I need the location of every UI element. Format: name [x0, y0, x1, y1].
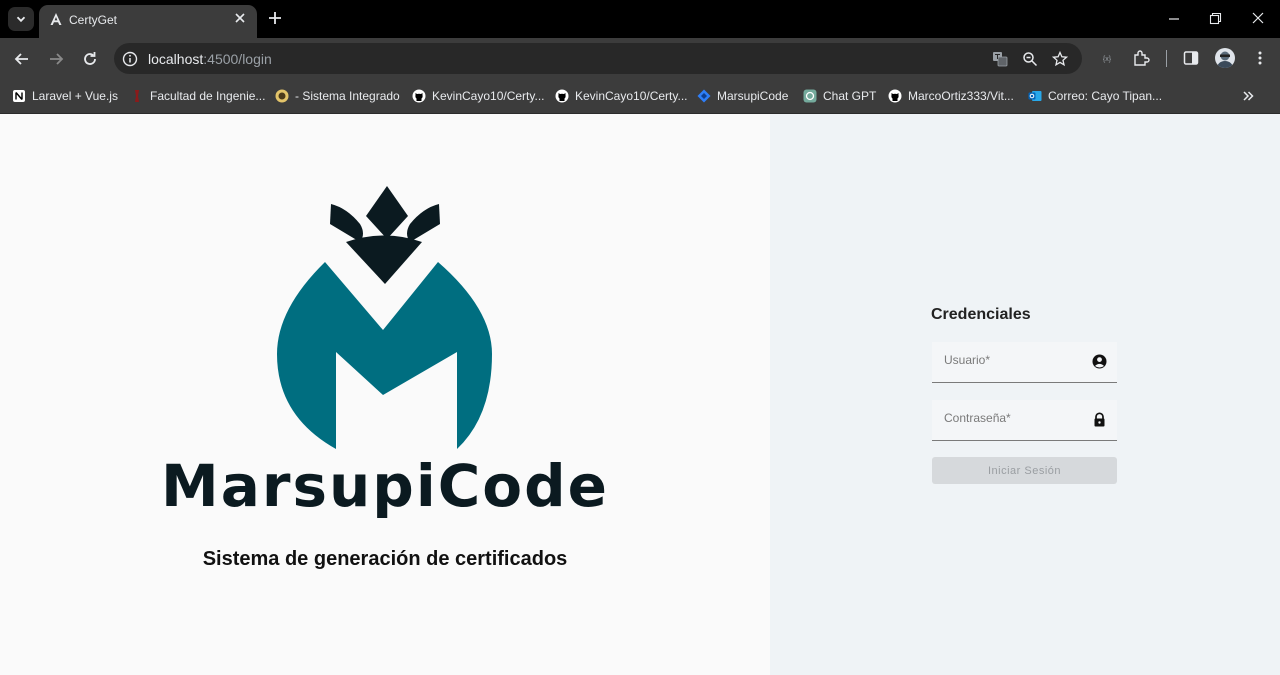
translate-icon[interactable] — [992, 51, 1008, 67]
profile-avatar[interactable] — [1215, 48, 1235, 68]
tab-title: CertyGet — [69, 13, 118, 27]
bookmark-chatgpt[interactable]: Chat GPT — [803, 87, 876, 105]
arrow-left-icon — [14, 53, 28, 65]
zoom-icon[interactable] — [1022, 51, 1038, 67]
bookmark-label: Laravel + Vue.js — [32, 89, 118, 103]
chatgpt-icon — [803, 89, 817, 103]
bookmark-label: MarsupiCode — [717, 89, 789, 103]
outlook-icon — [1028, 91, 1042, 101]
more-bookmarks-button[interactable] — [1241, 87, 1255, 105]
bookmark-label: Chat GPT — [823, 89, 877, 103]
back-button[interactable] — [12, 49, 32, 69]
more-menu-icon[interactable] — [1251, 49, 1269, 67]
side-panel-icon[interactable] — [1182, 49, 1200, 67]
address-bar[interactable]: localhost:4500/login — [114, 43, 1082, 74]
restore-icon — [1209, 12, 1222, 25]
bookmark-label: - Sistema Integrado — [295, 89, 400, 103]
bookmark-laravel-vue[interactable]: Laravel + Vue.js — [12, 87, 118, 105]
login-page: MarsupiCode Sistema de generación de cer… — [0, 114, 1280, 675]
bookmark-github-3[interactable]: MarcoOrtiz333/Vit... — [888, 87, 1014, 105]
bookmark-sistema-integrado[interactable]: - Sistema Integrado — [275, 87, 400, 105]
lock-icon — [1094, 412, 1105, 427]
diamond-icon — [697, 89, 711, 103]
login-button[interactable]: Iniciar Sesión — [932, 457, 1117, 484]
github-icon — [888, 89, 902, 103]
marsupicode-logo: MarsupiCode — [161, 186, 609, 520]
bookmarks-bar: Laravel + Vue.js Facultad de Ingenie... … — [0, 79, 1280, 114]
devtools-extension-icon[interactable]: {x} — [1098, 49, 1116, 67]
close-icon — [1252, 12, 1264, 24]
avatar-icon — [1217, 51, 1233, 68]
chevron-double-right-icon — [1243, 91, 1254, 101]
minimize-button[interactable] — [1164, 10, 1184, 28]
chevron-down-icon — [16, 16, 26, 23]
url-text[interactable]: localhost:4500/login — [148, 51, 272, 67]
bookmark-github-1[interactable]: KevinCayo10/Certy... — [412, 87, 545, 105]
password-field[interactable] — [932, 400, 1117, 441]
tab-search-button[interactable] — [8, 7, 34, 31]
forward-button[interactable] — [46, 49, 66, 69]
extensions-icon[interactable] — [1132, 49, 1150, 67]
bookmark-github-2[interactable]: KevinCayo10/Certy... — [555, 87, 688, 105]
url-host: localhost — [148, 51, 204, 67]
notion-icon — [13, 90, 25, 102]
arrow-right-icon — [50, 53, 64, 65]
password-input[interactable] — [944, 411, 1084, 425]
toolbar-divider — [1166, 50, 1167, 67]
close-tab-icon[interactable] — [233, 12, 247, 26]
bookmark-label: Facultad de Ingenie... — [150, 89, 266, 103]
bookmark-label: Correo: Cayo Tipan... — [1048, 89, 1163, 103]
bookmark-label: KevinCayo10/Certy... — [432, 89, 545, 103]
bookmark-label: KevinCayo10/Certy... — [575, 89, 688, 103]
bookmark-marsupicode[interactable]: MarsupiCode — [697, 87, 788, 105]
reload-icon — [84, 52, 96, 65]
bookmark-facultad[interactable]: Facultad de Ingenie... — [130, 87, 265, 105]
username-field[interactable] — [932, 342, 1117, 383]
tagline: Sistema de generación de certificados — [202, 548, 568, 570]
username-input[interactable] — [944, 353, 1084, 367]
info-icon[interactable] — [122, 51, 138, 67]
minimize-icon — [1169, 18, 1179, 20]
new-tab-button[interactable] — [266, 10, 284, 28]
plus-icon — [269, 12, 281, 24]
logo-text: MarsupiCode — [161, 452, 609, 520]
login-panel: Credenciales Iniciar Sesión — [770, 114, 1280, 675]
url-path: :4500/login — [203, 51, 272, 67]
form-title: Credenciales — [931, 306, 1031, 323]
university-icon — [135, 90, 139, 102]
svg-text:{x}: {x} — [1103, 56, 1112, 63]
browser-toolbar: localhost:4500/login {x} — [0, 38, 1280, 79]
github-icon — [555, 89, 569, 103]
github-icon — [412, 89, 426, 103]
m-emblem — [277, 262, 492, 449]
bookmark-outlook[interactable]: Correo: Cayo Tipan... — [1028, 87, 1162, 105]
browser-tab[interactable]: CertyGet — [39, 5, 257, 38]
reload-button[interactable] — [80, 49, 100, 69]
angular-icon — [50, 13, 62, 25]
tab-strip: CertyGet — [0, 0, 1280, 38]
bookmark-label: MarcoOrtiz333/Vit... — [908, 89, 1014, 103]
user-circle-icon — [1092, 354, 1107, 369]
brand-panel: MarsupiCode Sistema de generación de cer… — [0, 114, 770, 675]
star-icon[interactable] — [1052, 51, 1068, 67]
restore-button[interactable] — [1205, 10, 1225, 28]
crown-icon — [330, 186, 440, 284]
seal-icon — [275, 89, 289, 103]
close-window-button[interactable] — [1248, 10, 1268, 28]
